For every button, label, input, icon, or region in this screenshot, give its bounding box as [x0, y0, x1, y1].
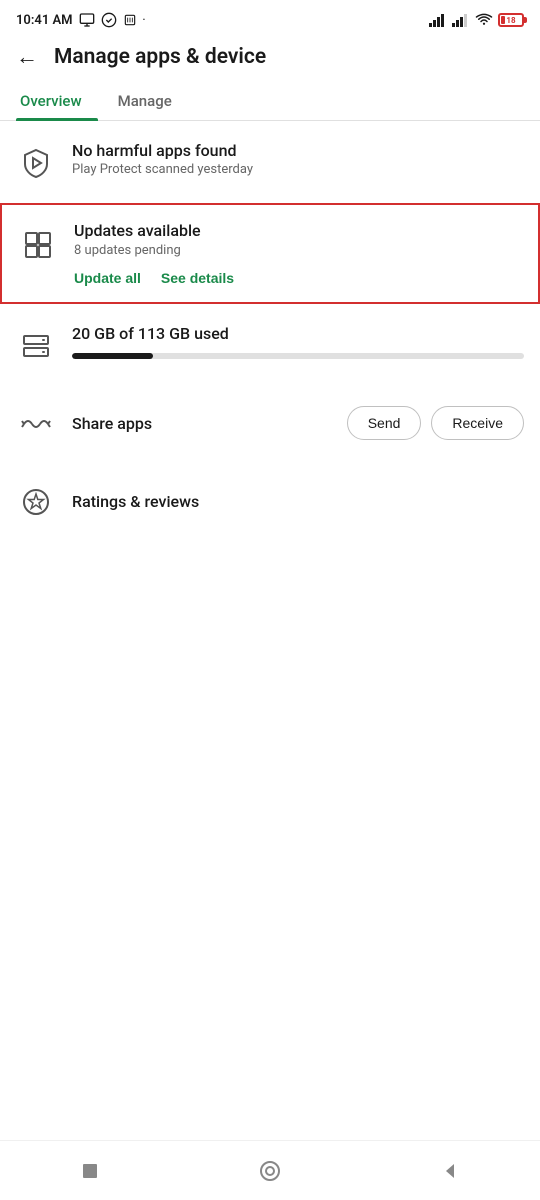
storage-content: 20 GB of 113 GB used	[72, 324, 524, 359]
play-protect-icon	[16, 143, 56, 183]
play-protect-subtitle: Play Protect scanned yesterday	[72, 162, 524, 177]
dot-separator: ·	[143, 15, 146, 26]
tab-manage[interactable]: Manage	[114, 82, 188, 120]
nav-home-button[interactable]	[250, 1151, 290, 1191]
notification-icon-3	[123, 13, 137, 27]
ratings-content: Ratings & reviews	[72, 492, 199, 511]
notification-icon-2	[101, 12, 117, 28]
ratings-section: Ratings & reviews	[0, 460, 540, 542]
header: ← Manage apps & device	[0, 36, 540, 82]
play-protect-title: No harmful apps found	[72, 141, 524, 160]
share-apps-icon	[16, 404, 56, 444]
ratings-icon	[16, 482, 56, 522]
time-display: 10:41 AM	[16, 13, 73, 28]
back-button[interactable]: ←	[16, 44, 38, 70]
tab-overview[interactable]: Overview	[16, 82, 98, 120]
share-apps-title: Share apps	[72, 414, 331, 433]
storage-progress-fill	[72, 353, 153, 359]
receive-button[interactable]: Receive	[431, 406, 524, 440]
update-all-button[interactable]: Update all	[74, 270, 141, 286]
share-apps-section: Share apps Send Receive	[0, 386, 540, 460]
storage-title: 20 GB of 113 GB used	[72, 324, 524, 343]
nav-bar	[0, 1140, 540, 1200]
main-content: No harmful apps found Play Protect scann…	[0, 121, 540, 542]
signal-icon-1	[429, 13, 447, 27]
storage-section: 20 GB of 113 GB used	[0, 304, 540, 386]
updates-title: Updates available	[74, 221, 522, 240]
share-apps-content: Share apps	[72, 414, 331, 433]
updates-actions: Update all See details	[74, 270, 522, 286]
status-time-area: 10:41 AM ·	[16, 12, 145, 28]
share-buttons: Send Receive	[347, 406, 524, 440]
wifi-icon	[475, 13, 493, 27]
nav-recents-button[interactable]	[70, 1151, 110, 1191]
status-right-icons: 18	[429, 13, 524, 27]
updates-content: Updates available 8 updates pending Upda…	[74, 221, 522, 286]
storage-progress-bar	[72, 353, 524, 359]
play-protect-section: No harmful apps found Play Protect scann…	[0, 121, 540, 203]
see-details-button[interactable]: See details	[161, 270, 234, 286]
updates-icon	[18, 225, 58, 265]
updates-subtitle: 8 updates pending	[74, 243, 522, 258]
status-bar: 10:41 AM ·	[0, 0, 540, 36]
ratings-title: Ratings & reviews	[72, 492, 199, 511]
page-title: Manage apps & device	[54, 45, 266, 69]
updates-section: Updates available 8 updates pending Upda…	[0, 203, 540, 304]
nav-back-button[interactable]	[430, 1151, 470, 1191]
battery-icon: 18	[498, 13, 524, 27]
tabs-bar: Overview Manage	[0, 82, 540, 121]
signal-icon-2	[452, 13, 470, 27]
play-protect-content: No harmful apps found Play Protect scann…	[72, 141, 524, 177]
send-button[interactable]: Send	[347, 406, 422, 440]
notification-icon-1	[79, 12, 95, 28]
storage-icon	[16, 326, 56, 366]
